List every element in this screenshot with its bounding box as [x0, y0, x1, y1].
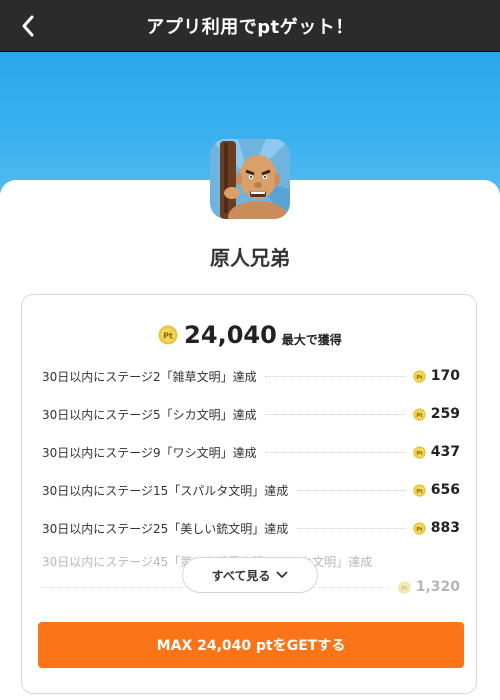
svg-text:Pt: Pt [163, 332, 173, 341]
mission-reward: Pt 170 [413, 368, 460, 384]
mission-label: 30日以内にステージ9「ワシ文明」達成 [42, 445, 257, 460]
reward-points: 259 [430, 406, 460, 422]
total-points: 24,040 [184, 321, 277, 349]
caveman-icon [210, 139, 290, 219]
chevron-left-icon [22, 15, 34, 37]
mission-row: 30日以内にステージ9「ワシ文明」達成 Pt 437 [42, 442, 460, 462]
app-name: 原人兄弟 [210, 246, 290, 270]
dotted-leader [264, 375, 405, 377]
app-icon [210, 139, 290, 219]
svg-text:Pt: Pt [401, 585, 408, 591]
mission-reward: Pt 656 [413, 482, 460, 498]
total-reward: Pt 24,040 最大で獲得 [22, 321, 478, 349]
mission-row: 30日以内にステージ15「スパルタ文明」達成 Pt 656 [42, 480, 460, 500]
mission-row: 30日以内にステージ5「シカ文明」達成 Pt 259 [42, 404, 460, 424]
svg-text:Pt: Pt [416, 412, 423, 418]
pt-coin-icon: Pt [413, 407, 426, 421]
mission-reward: Pt 883 [413, 520, 460, 536]
pt-coin-icon: Pt [413, 521, 426, 535]
mission-reward: Pt 1,320 [398, 579, 460, 595]
chevron-down-icon [276, 571, 288, 578]
reward-points: 883 [430, 520, 460, 536]
mission-row: 30日以内にステージ25「美しい銃文明」達成 Pt 883 [42, 518, 460, 538]
dotted-leader [264, 413, 405, 415]
get-points-label: MAX 24,040 ptをGETする [156, 638, 346, 654]
svg-text:Pt: Pt [416, 526, 423, 532]
pt-coin-icon: Pt [413, 369, 426, 383]
reward-points: 1,320 [415, 579, 460, 595]
mission-row: 30日以内にステージ2「雑草文明」達成 Pt 170 [42, 366, 460, 386]
mission-label: 30日以内にステージ2「雑草文明」達成 [42, 369, 257, 384]
mission-reward: Pt 259 [413, 406, 460, 422]
back-button[interactable] [14, 12, 42, 40]
mission-label: 30日以内にステージ25「美しい銃文明」達成 [42, 521, 289, 536]
dotted-leader [296, 527, 405, 529]
pt-coin-icon: Pt [398, 580, 411, 594]
mission-label: 30日以内にステージ5「シカ文明」達成 [42, 407, 257, 422]
mission-reward: Pt 437 [413, 444, 460, 460]
pt-coin-icon: Pt [158, 325, 178, 345]
reward-card: Pt 24,040 最大で獲得 30日以内にステージ2「雑草文明」達成 Pt 1… [21, 294, 477, 694]
total-suffix: 最大で獲得 [281, 332, 342, 347]
svg-text:Pt: Pt [416, 374, 423, 380]
dotted-leader [264, 451, 405, 453]
show-all-label: すべて見る [211, 568, 271, 583]
show-all-button[interactable]: すべて見る [182, 557, 318, 593]
top-bar: アプリ利用でptゲット！ [0, 0, 500, 52]
mission-label: 30日以内にステージ15「スパルタ文明」達成 [42, 483, 289, 498]
reward-points: 656 [430, 482, 460, 498]
reward-points: 437 [430, 444, 460, 460]
dotted-leader [296, 489, 405, 491]
svg-text:Pt: Pt [416, 488, 423, 494]
page-title: アプリ利用でptゲット！ [146, 16, 354, 38]
svg-text:Pt: Pt [416, 450, 423, 456]
pt-coin-icon: Pt [413, 445, 426, 459]
get-points-button[interactable]: MAX 24,040 ptをGETする [38, 622, 464, 668]
reward-points: 170 [430, 368, 460, 384]
pt-coin-icon: Pt [413, 483, 426, 497]
